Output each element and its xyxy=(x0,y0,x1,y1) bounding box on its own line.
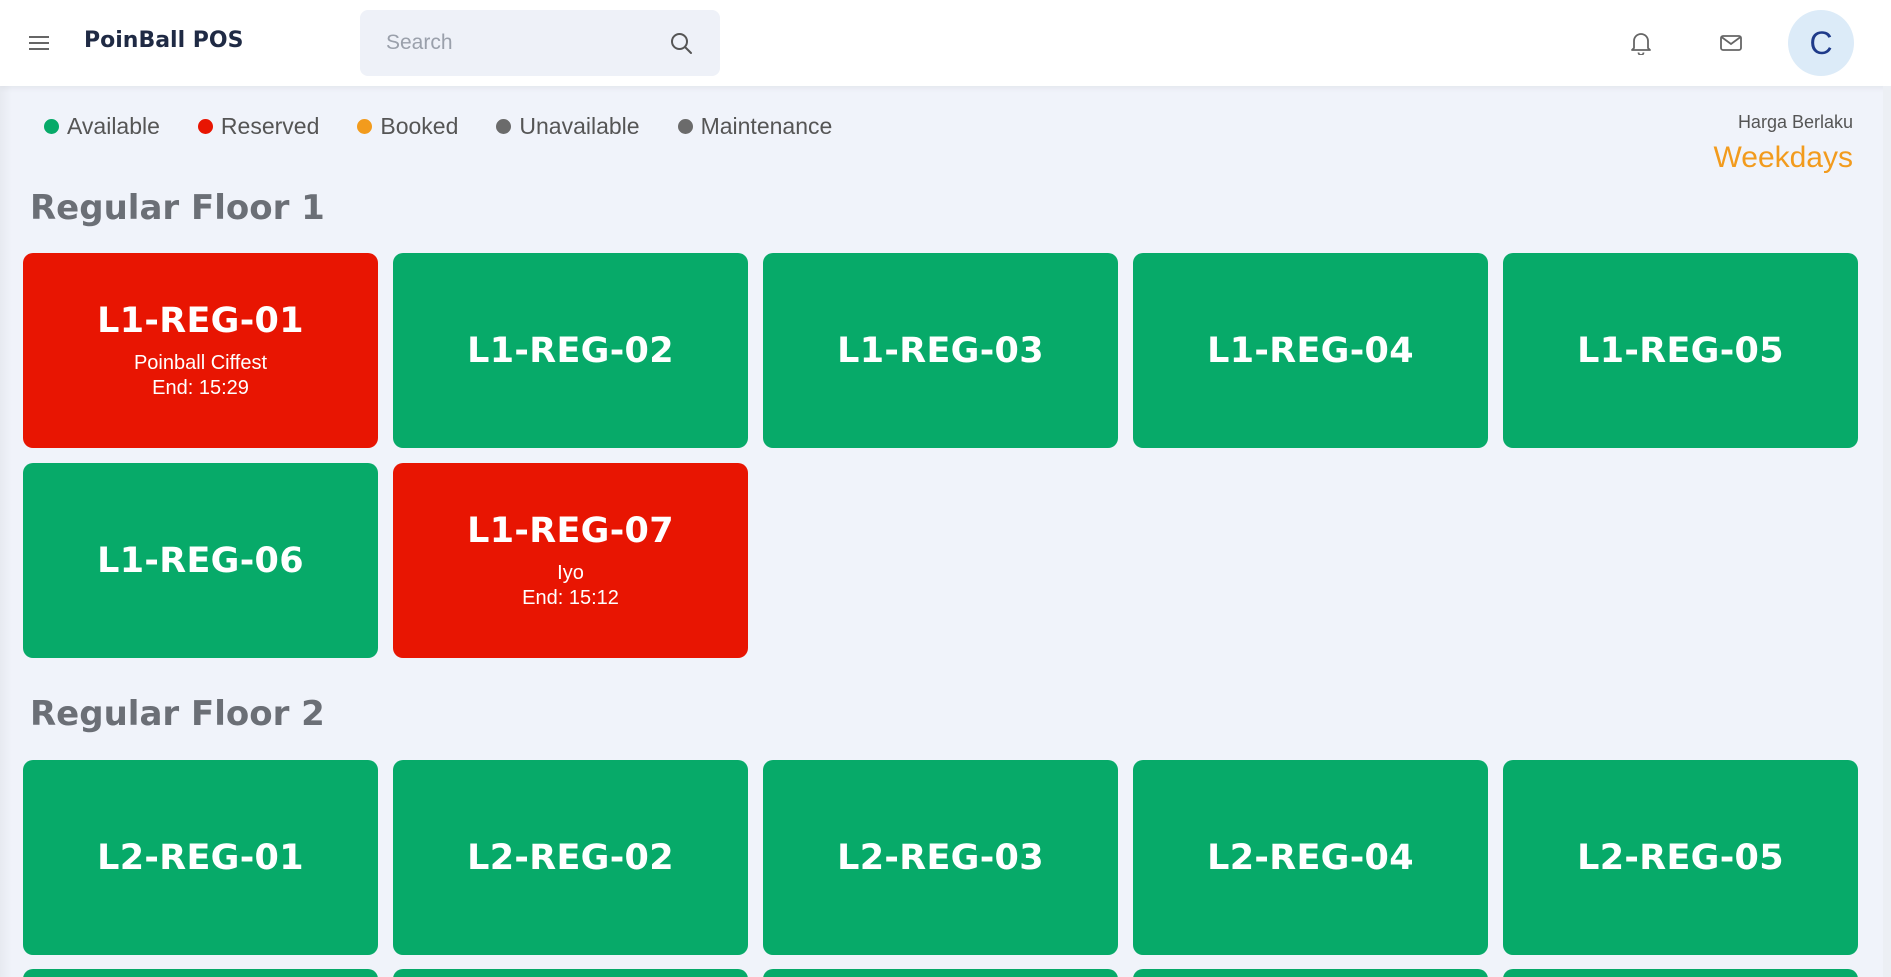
table-card[interactable] xyxy=(763,969,1118,977)
table-card[interactable] xyxy=(1503,969,1858,977)
table-name: L2-REG-05 xyxy=(1577,837,1784,878)
floor-1-table-grid: L1-REG-01 Poinball Ciffest End: 15:29 L1-RE… xyxy=(23,253,1858,658)
legend-unavailable: Unavailable xyxy=(496,113,640,140)
hamburger-menu-icon[interactable] xyxy=(26,30,52,56)
table-card-l1-reg-03[interactable]: L1-REG-03 xyxy=(763,253,1118,448)
legend-label: Booked xyxy=(380,113,459,139)
table-card[interactable] xyxy=(23,969,378,977)
legend-booked: Booked xyxy=(357,113,458,140)
table-customer: Iyo xyxy=(557,561,584,584)
legend-dot xyxy=(357,119,373,134)
avatar[interactable]: C xyxy=(1788,10,1854,76)
app-title: PoinBall POS xyxy=(84,28,244,53)
table-card-l1-reg-01[interactable]: L1-REG-01 Poinball Ciffest End: 15:29 xyxy=(23,253,378,448)
table-name: L2-REG-04 xyxy=(1207,837,1414,878)
pricing-value: Weekdays xyxy=(1713,141,1853,174)
bell-icon[interactable] xyxy=(1626,28,1656,58)
mail-icon[interactable] xyxy=(1716,28,1746,58)
table-card-l1-reg-06[interactable]: L1-REG-06 xyxy=(23,463,378,658)
table-customer: Poinball Ciffest xyxy=(133,351,268,374)
legend-available: Available xyxy=(44,113,160,140)
status-legend: Available Reserved Booked Unavailable Ma… xyxy=(44,113,870,140)
table-end-time: End: 15:12 xyxy=(522,586,619,609)
table-name: L1-REG-05 xyxy=(1577,330,1784,371)
search-input[interactable] xyxy=(386,31,668,55)
table-name: L1-REG-06 xyxy=(97,540,304,581)
table-name: L2-REG-02 xyxy=(467,837,674,878)
next-row-partial xyxy=(23,969,1858,977)
table-card-l1-reg-05[interactable]: L1-REG-05 xyxy=(1503,253,1858,448)
legend-dot xyxy=(496,119,512,134)
table-card-l2-reg-04[interactable]: L2-REG-04 xyxy=(1133,760,1488,955)
table-name: L2-REG-03 xyxy=(837,837,1044,878)
legend-label: Unavailable xyxy=(519,113,640,139)
legend-dot xyxy=(44,119,59,134)
legend-dot xyxy=(677,119,693,134)
table-name: L1-REG-04 xyxy=(1207,330,1414,371)
table-card-l2-reg-03[interactable]: L2-REG-03 xyxy=(763,760,1118,955)
floor-title: Regular Floor 1 xyxy=(30,188,325,228)
table-card[interactable] xyxy=(1133,969,1488,977)
table-name: L1-REG-01 xyxy=(97,300,304,341)
table-name: L1-REG-03 xyxy=(837,330,1044,371)
pricing-label: Harga Berlaku xyxy=(1737,112,1853,132)
legend-maintenance: Maintenance xyxy=(677,113,833,140)
floor-title: Regular Floor 2 xyxy=(30,694,325,734)
table-card-l1-reg-07[interactable]: L1-REG-07 Iyo End: 15:12 xyxy=(393,463,748,658)
table-name: L1-REG-02 xyxy=(467,330,674,371)
table-name: L2-REG-01 xyxy=(97,837,304,878)
search-icon[interactable] xyxy=(668,30,694,56)
top-bar: PoinBall POS C xyxy=(0,0,1891,86)
table-name: L1-REG-07 xyxy=(467,510,674,551)
legend-label: Reserved xyxy=(220,113,320,139)
table-card-l1-reg-02[interactable]: L1-REG-02 xyxy=(393,253,748,448)
scrollbar[interactable] xyxy=(1883,86,1891,977)
legend-dot xyxy=(197,119,213,134)
table-card[interactable] xyxy=(393,969,748,977)
content-edge-shadow xyxy=(0,86,12,977)
table-card-l1-reg-04[interactable]: L1-REG-04 xyxy=(1133,253,1488,448)
table-card-l2-reg-01[interactable]: L2-REG-01 xyxy=(23,760,378,955)
legend-reserved: Reserved xyxy=(197,113,320,140)
table-card-l2-reg-02[interactable]: L2-REG-02 xyxy=(393,760,748,955)
table-end-time: End: 15:29 xyxy=(152,376,249,399)
legend-label: Maintenance xyxy=(700,113,833,139)
legend-label: Available xyxy=(67,113,160,139)
floor-2-table-grid: L2-REG-01 L2-REG-02 L2-REG-03 L2-REG-04 L2-R… xyxy=(23,760,1858,955)
search-bar xyxy=(360,10,720,76)
table-card-l2-reg-05[interactable]: L2-REG-05 xyxy=(1503,760,1858,955)
